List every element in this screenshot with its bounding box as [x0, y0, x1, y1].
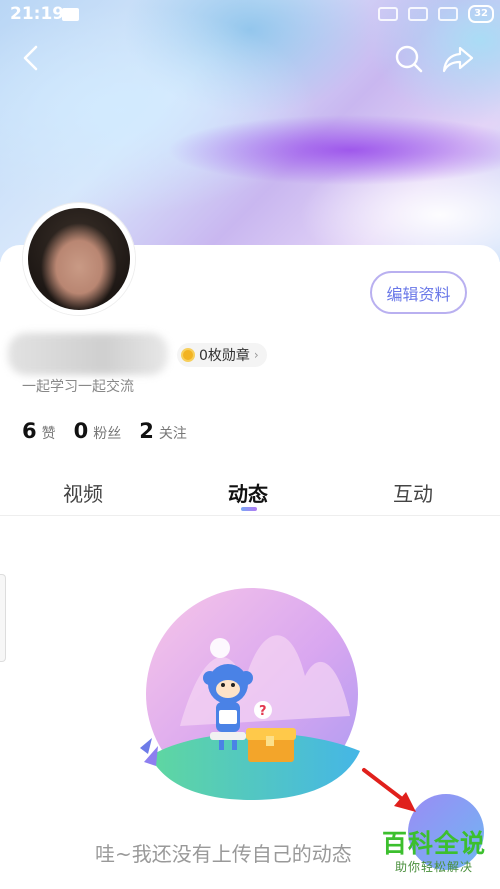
share-icon[interactable]	[442, 44, 474, 74]
empty-state-illustration: ?	[140, 588, 362, 800]
search-icon[interactable]	[394, 44, 424, 74]
status-icons: 32	[378, 5, 494, 23]
chevron-right-icon: ›	[253, 348, 259, 362]
content-tabs: 视频 动态 互动	[0, 470, 500, 516]
watermark-subtitle: 助你轻松解决	[394, 860, 473, 874]
avatar[interactable]	[23, 203, 135, 315]
stat-following[interactable]: 2 关注	[139, 419, 187, 443]
tab-videos[interactable]: 视频	[63, 478, 103, 507]
badge-chip[interactable]: 0枚勋章 ›	[177, 343, 267, 367]
svg-text:?: ?	[259, 704, 267, 719]
watermark-title: 百科全说	[381, 829, 486, 858]
stat-likes-label: 赞	[41, 426, 56, 442]
profile-stats: 6 赞 0 粉丝 2 关注	[22, 419, 187, 443]
stat-fans[interactable]: 0 粉丝	[74, 419, 122, 443]
empty-state-message: 哇~我还没有上传自己的动态	[95, 842, 352, 866]
medal-icon	[181, 348, 195, 362]
side-drawer-handle[interactable]	[0, 574, 6, 662]
active-tab-indicator	[241, 507, 257, 511]
edit-profile-button[interactable]: 编辑资料	[370, 271, 467, 314]
stat-fans-label: 粉丝	[93, 426, 122, 442]
red-annotation-arrow	[362, 768, 416, 812]
wifi-icon	[408, 7, 429, 21]
message-icon	[62, 8, 79, 21]
stat-following-count: 2	[139, 419, 154, 443]
stat-fans-count: 0	[73, 419, 89, 443]
battery-icon: 32	[468, 5, 494, 23]
username-blurred	[8, 333, 168, 375]
stat-following-label: 关注	[158, 426, 187, 442]
cellular-icon	[438, 7, 459, 21]
badge-count-label: 0枚勋章	[199, 348, 250, 364]
watermark-logo: 百科全说 助你轻松解决	[376, 829, 492, 875]
stat-likes[interactable]: 6 赞	[22, 419, 56, 443]
status-bar: 21:19 32	[0, 0, 500, 30]
profile-bio: 一起学习一起交流	[22, 379, 134, 395]
tab-moments[interactable]: 动态	[228, 478, 268, 507]
back-arrow-icon[interactable]	[18, 44, 46, 72]
status-time: 21:19	[10, 4, 65, 24]
stat-likes-count: 6	[22, 419, 37, 443]
tab-interactions[interactable]: 互动	[393, 478, 433, 507]
signal-icon	[378, 7, 399, 21]
